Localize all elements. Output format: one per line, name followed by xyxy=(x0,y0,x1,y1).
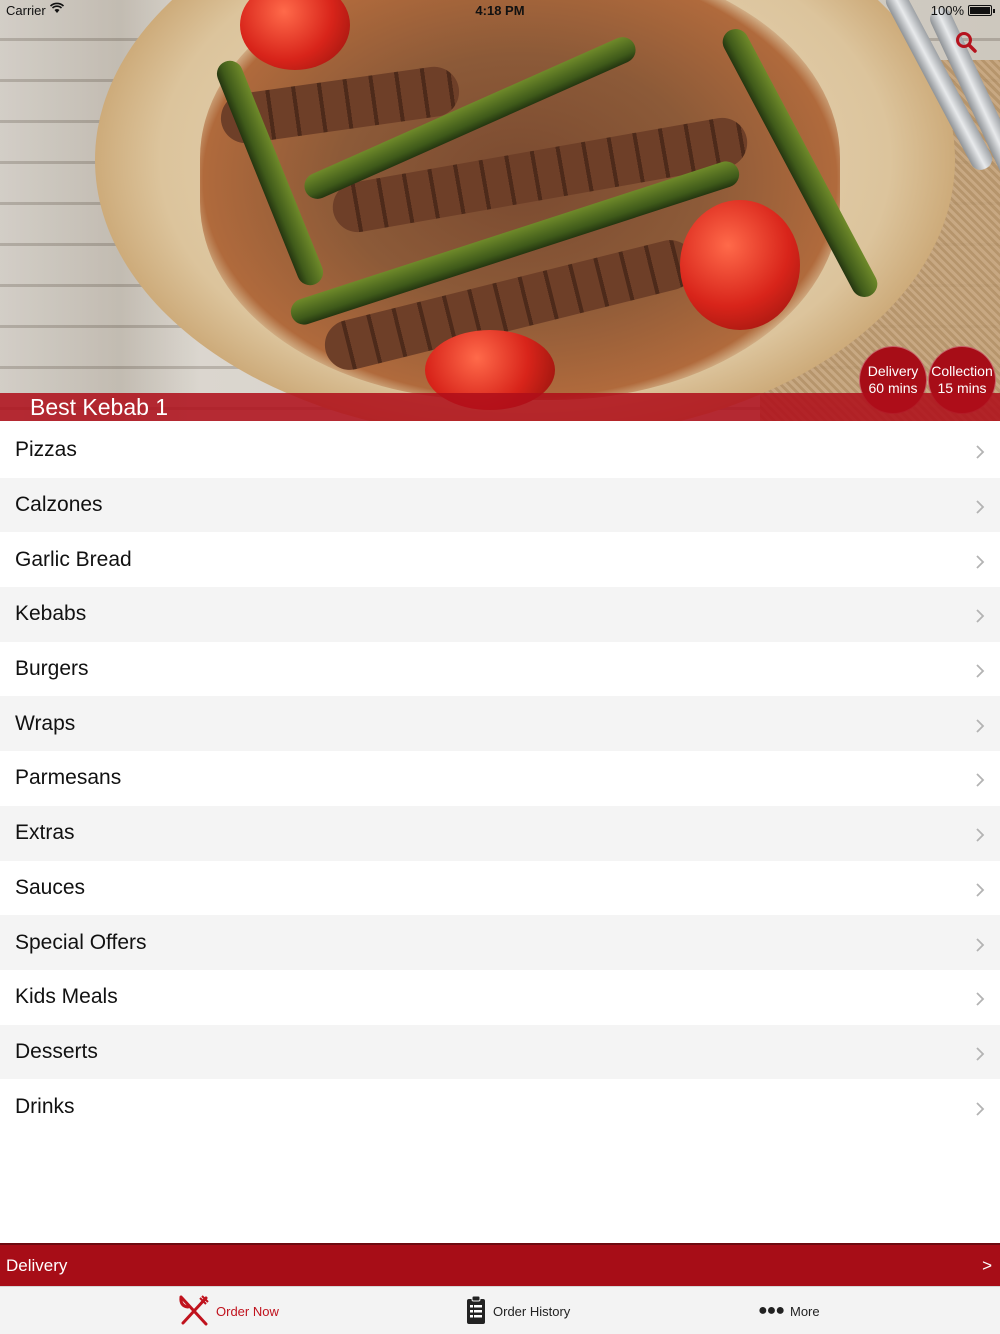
menu-item-label: Drinks xyxy=(15,1094,75,1118)
chevron-right-icon xyxy=(974,1044,986,1061)
status-bar: Carrier 4:18 PM 100% xyxy=(0,0,1000,22)
restaurant-name: Best Kebab 1 xyxy=(30,394,169,420)
grilled-tomato xyxy=(680,200,800,330)
menu-item[interactable]: Extras xyxy=(0,805,1000,861)
chevron-right-icon xyxy=(974,497,986,514)
delivery-badge-label: Delivery xyxy=(867,363,919,379)
menu-item-label: Burgers xyxy=(15,657,89,681)
battery-icon xyxy=(968,5,995,16)
delivery-mode-label: Delivery xyxy=(6,1256,68,1275)
menu-item-label: Kebabs xyxy=(15,602,87,626)
chevron-right-icon xyxy=(974,880,986,897)
menu-item[interactable]: Garlic Bread xyxy=(0,532,1000,588)
menu-category-list: Pizzas Calzones Garlic Bread Kebabs Burgers W… xyxy=(0,423,1000,1134)
search-icon[interactable] xyxy=(954,30,978,54)
delivery-mode-arrow: > xyxy=(982,1256,992,1275)
chevron-right-icon xyxy=(974,606,986,624)
menu-item-label: Sauces xyxy=(15,875,86,899)
menu-item-label: Wraps xyxy=(15,711,76,735)
hero-image xyxy=(0,0,1000,421)
chevron-right-icon xyxy=(974,770,986,788)
fork-knife-icon xyxy=(178,1294,210,1329)
menu-item-label: Pizzas xyxy=(15,438,77,462)
menu-item[interactable]: Pizzas xyxy=(0,423,1000,478)
chevron-right-icon xyxy=(974,552,986,569)
menu-item-label: Special Offers xyxy=(15,930,147,954)
tab-more[interactable]: ●●● More xyxy=(758,1287,820,1334)
tab-order-now-label: Order Now xyxy=(216,1303,279,1319)
menu-item[interactable]: Drinks xyxy=(0,1079,1000,1134)
chevron-right-icon xyxy=(974,989,986,1006)
battery-percent: 100% xyxy=(930,3,964,18)
menu-item-label: Parmesans xyxy=(15,766,122,790)
delivery-mode-bar[interactable]: Delivery > xyxy=(0,1243,1000,1286)
menu-item-label: Garlic Bread xyxy=(15,547,132,571)
menu-item[interactable]: Kebabs xyxy=(0,587,1000,642)
menu-item-label: Desserts xyxy=(15,1039,98,1063)
clipboard-icon xyxy=(465,1295,487,1328)
menu-item-label: Calzones xyxy=(15,493,103,517)
tab-order-history-label: Order History xyxy=(493,1303,571,1319)
menu-item[interactable]: Wraps xyxy=(0,696,1000,752)
chevron-right-icon xyxy=(974,935,986,952)
collection-badge-label: Collection xyxy=(931,363,993,379)
chevron-right-icon xyxy=(974,442,986,459)
menu-item[interactable]: Burgers xyxy=(0,641,1000,697)
menu-item[interactable]: Special Offers xyxy=(0,915,1000,970)
menu-item[interactable]: Calzones xyxy=(0,477,1000,533)
menu-item[interactable]: Kids Meals xyxy=(0,969,1000,1025)
tab-order-now[interactable]: Order Now xyxy=(178,1287,279,1334)
menu-item[interactable]: Parmesans xyxy=(0,751,1000,806)
menu-item-label: Extras xyxy=(15,821,75,845)
menu-item-label: Kids Meals xyxy=(15,985,118,1009)
tab-order-history[interactable]: Order History xyxy=(465,1287,570,1334)
tab-more-label: More xyxy=(790,1303,820,1319)
chevron-right-icon xyxy=(974,661,986,678)
tab-bar: Order Now Order History ●●● More xyxy=(0,1286,1000,1334)
menu-item[interactable]: Desserts xyxy=(0,1024,1000,1080)
chevron-right-icon xyxy=(974,825,986,842)
status-time: 4:18 PM xyxy=(475,3,525,18)
ellipsis-icon: ●●● xyxy=(758,1302,785,1319)
menu-item[interactable]: Sauces xyxy=(0,860,1000,916)
chevron-right-icon xyxy=(974,1099,986,1116)
chevron-right-icon xyxy=(974,716,986,733)
